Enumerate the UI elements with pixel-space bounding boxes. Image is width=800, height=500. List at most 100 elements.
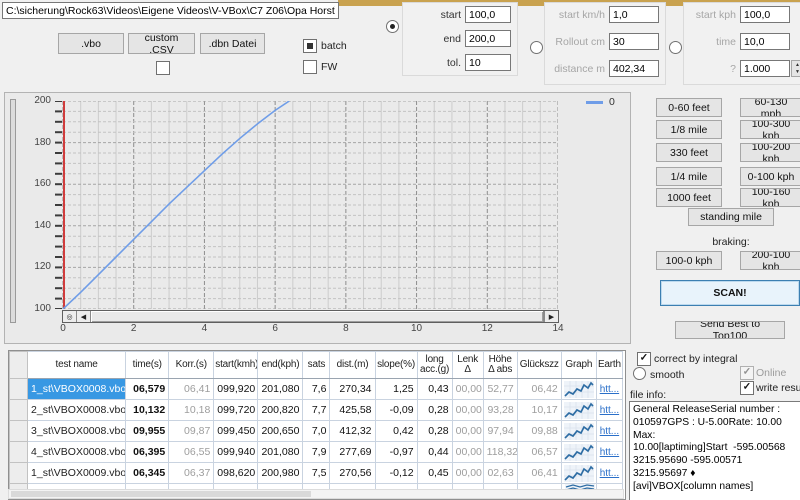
btn-0-100-kph[interactable]: 0-100 kph bbox=[740, 167, 800, 186]
column-header[interactable]: Höhe Δ abs bbox=[483, 352, 517, 379]
time-mode-radio[interactable] bbox=[669, 41, 682, 54]
scrollbar-thumb[interactable] bbox=[91, 311, 544, 322]
dbn-datei-button[interactable]: .dbn Datei bbox=[200, 33, 265, 54]
row-selector[interactable] bbox=[10, 463, 28, 484]
batch-checkbox[interactable] bbox=[303, 39, 317, 53]
column-header[interactable]: Glückszz bbox=[517, 352, 561, 379]
correct-by-integral-checkbox[interactable]: ✓ bbox=[637, 352, 651, 366]
custom-csv-button[interactable]: custom .CSV bbox=[128, 33, 195, 54]
rollout-group: start km/h Rollout cm distance m bbox=[544, 2, 666, 85]
btn-1-4-mile[interactable]: 1/4 mile bbox=[656, 167, 722, 186]
column-header[interactable]: Graph bbox=[561, 352, 596, 379]
tol-input[interactable] bbox=[465, 54, 511, 71]
table-cell[interactable] bbox=[561, 421, 596, 442]
table-cell: 7,7 bbox=[303, 400, 330, 421]
write-result-file-checkbox[interactable]: ✓ bbox=[740, 381, 754, 395]
startkph-input[interactable] bbox=[740, 6, 790, 23]
table-cell[interactable]: htt... bbox=[596, 400, 622, 421]
column-header[interactable]: long acc.(g) bbox=[417, 352, 452, 379]
btn-100-200-kph[interactable]: 100-200 kph bbox=[740, 143, 800, 162]
column-header[interactable]: start(kmh) bbox=[214, 352, 258, 379]
chart-horizontal-scrollbar[interactable]: ◎ ◀ ▶ bbox=[62, 310, 559, 323]
end-label: end bbox=[405, 33, 461, 45]
btn-100-300-kph[interactable]: 100-300 kph bbox=[740, 120, 800, 139]
column-header[interactable]: dist.(m) bbox=[330, 352, 375, 379]
mini-graph-icon[interactable] bbox=[564, 444, 594, 461]
earth-link[interactable]: htt... bbox=[600, 468, 619, 479]
mini-graph-icon[interactable] bbox=[564, 381, 594, 398]
btn-330-feet[interactable]: 330 feet bbox=[656, 143, 722, 162]
file-path-input[interactable] bbox=[2, 2, 339, 19]
distance-input[interactable] bbox=[609, 60, 659, 77]
btn-0-60-feet[interactable]: 0-60 feet bbox=[656, 98, 722, 117]
table-cell[interactable]: htt... bbox=[596, 421, 622, 442]
btn-standing-mile[interactable]: standing mile bbox=[688, 208, 774, 226]
table-cell[interactable] bbox=[561, 442, 596, 463]
table-cell[interactable]: htt... bbox=[596, 379, 622, 400]
mini-graph-icon[interactable] bbox=[564, 423, 594, 440]
mini-graph-icon[interactable] bbox=[564, 402, 594, 419]
table-cell[interactable]: htt... bbox=[596, 442, 622, 463]
row-selector[interactable] bbox=[10, 421, 28, 442]
earth-link[interactable]: htt... bbox=[600, 447, 619, 458]
table-cell: 099,720 bbox=[214, 400, 258, 421]
row-selector[interactable] bbox=[10, 400, 28, 421]
table-row[interactable]: 2_st\VBOX0008.vbo10,13210,18099,720200,8… bbox=[10, 400, 623, 421]
earth-link[interactable]: htt... bbox=[600, 384, 619, 395]
time-input[interactable] bbox=[740, 33, 790, 50]
scroll-left-icon[interactable]: ◀ bbox=[77, 311, 91, 322]
row-selector[interactable] bbox=[10, 442, 28, 463]
table-cell[interactable] bbox=[561, 400, 596, 421]
file-info-box[interactable]: General ReleaseSerial number : 010597GPS… bbox=[629, 401, 800, 500]
range-mode-radio[interactable] bbox=[386, 20, 399, 33]
column-header[interactable]: Lenk Δ bbox=[452, 352, 483, 379]
table-row[interactable]: 4_st\VBOX0008.vbo06,39506,55099,940201,0… bbox=[10, 442, 623, 463]
table-scrollbar-thumb[interactable] bbox=[11, 491, 311, 497]
btn-200-100-kph[interactable]: 200-100 kph bbox=[740, 251, 800, 270]
vbo-button[interactable]: .vbo bbox=[58, 33, 124, 54]
btn-100-0-kph[interactable]: 100-0 kph bbox=[656, 251, 722, 270]
scan-button[interactable]: SCAN! bbox=[660, 280, 800, 306]
rollout-input[interactable] bbox=[609, 33, 659, 50]
column-header[interactable]: end(kph) bbox=[258, 352, 303, 379]
spinner-up-icon[interactable]: ▲ bbox=[795, 62, 800, 68]
row-selector-header[interactable] bbox=[10, 352, 28, 379]
column-header[interactable]: Earth bbox=[596, 352, 622, 379]
earth-link[interactable]: htt... bbox=[600, 426, 619, 437]
q-input[interactable] bbox=[740, 60, 790, 77]
speed-plot[interactable] bbox=[53, 101, 558, 309]
online-checkbox[interactable]: ✓ bbox=[740, 366, 754, 380]
smooth-radio[interactable] bbox=[633, 367, 646, 380]
column-header[interactable]: slope(%) bbox=[375, 352, 417, 379]
startkmh-input[interactable] bbox=[609, 6, 659, 23]
row-selector[interactable] bbox=[10, 379, 28, 400]
btn-1-8-mile[interactable]: 1/8 mile bbox=[656, 120, 722, 139]
spinner-down-icon[interactable]: ▼ bbox=[795, 69, 800, 75]
start-input[interactable] bbox=[465, 6, 511, 23]
btn-60-130-mph[interactable]: 60-130 mph bbox=[740, 98, 800, 117]
csv-option-checkbox[interactable] bbox=[156, 61, 170, 75]
end-input[interactable] bbox=[465, 30, 511, 47]
table-row[interactable]: 1_st\VBOX0009.vbo06,34506,37098,620200,9… bbox=[10, 463, 623, 484]
table-cell[interactable]: htt... bbox=[596, 463, 622, 484]
column-header[interactable]: Korr.(s) bbox=[169, 352, 214, 379]
fw-checkbox[interactable] bbox=[303, 60, 317, 74]
earth-link[interactable]: htt... bbox=[600, 405, 619, 416]
btn-1000-feet[interactable]: 1000 feet bbox=[656, 188, 722, 207]
send-best-top100-button[interactable]: Send Best to Top100 bbox=[675, 321, 785, 339]
zoom-reset-icon[interactable]: ◎ bbox=[63, 311, 77, 322]
btn-100-160-kph[interactable]: 100-160 kph bbox=[740, 188, 800, 207]
table-horizontal-scrollbar[interactable] bbox=[8, 489, 624, 499]
column-header[interactable]: sats bbox=[303, 352, 330, 379]
table-row[interactable]: 1_st\VBOX0008.vbo06,57906,41099,920201,0… bbox=[10, 379, 623, 400]
q-spinner[interactable]: ▲▼ bbox=[791, 60, 800, 77]
mini-graph-icon[interactable] bbox=[564, 465, 594, 482]
vertical-slider-track[interactable] bbox=[10, 99, 16, 323]
rollout-mode-radio[interactable] bbox=[530, 41, 543, 54]
table-row[interactable]: 3_st\VBOX0008.vbo09,95509,87099,450200,6… bbox=[10, 421, 623, 442]
column-header[interactable]: test name bbox=[28, 352, 126, 379]
scroll-right-icon[interactable]: ▶ bbox=[544, 311, 558, 322]
column-header[interactable]: time(s) bbox=[126, 352, 169, 379]
table-cell[interactable] bbox=[561, 463, 596, 484]
table-cell[interactable] bbox=[561, 379, 596, 400]
